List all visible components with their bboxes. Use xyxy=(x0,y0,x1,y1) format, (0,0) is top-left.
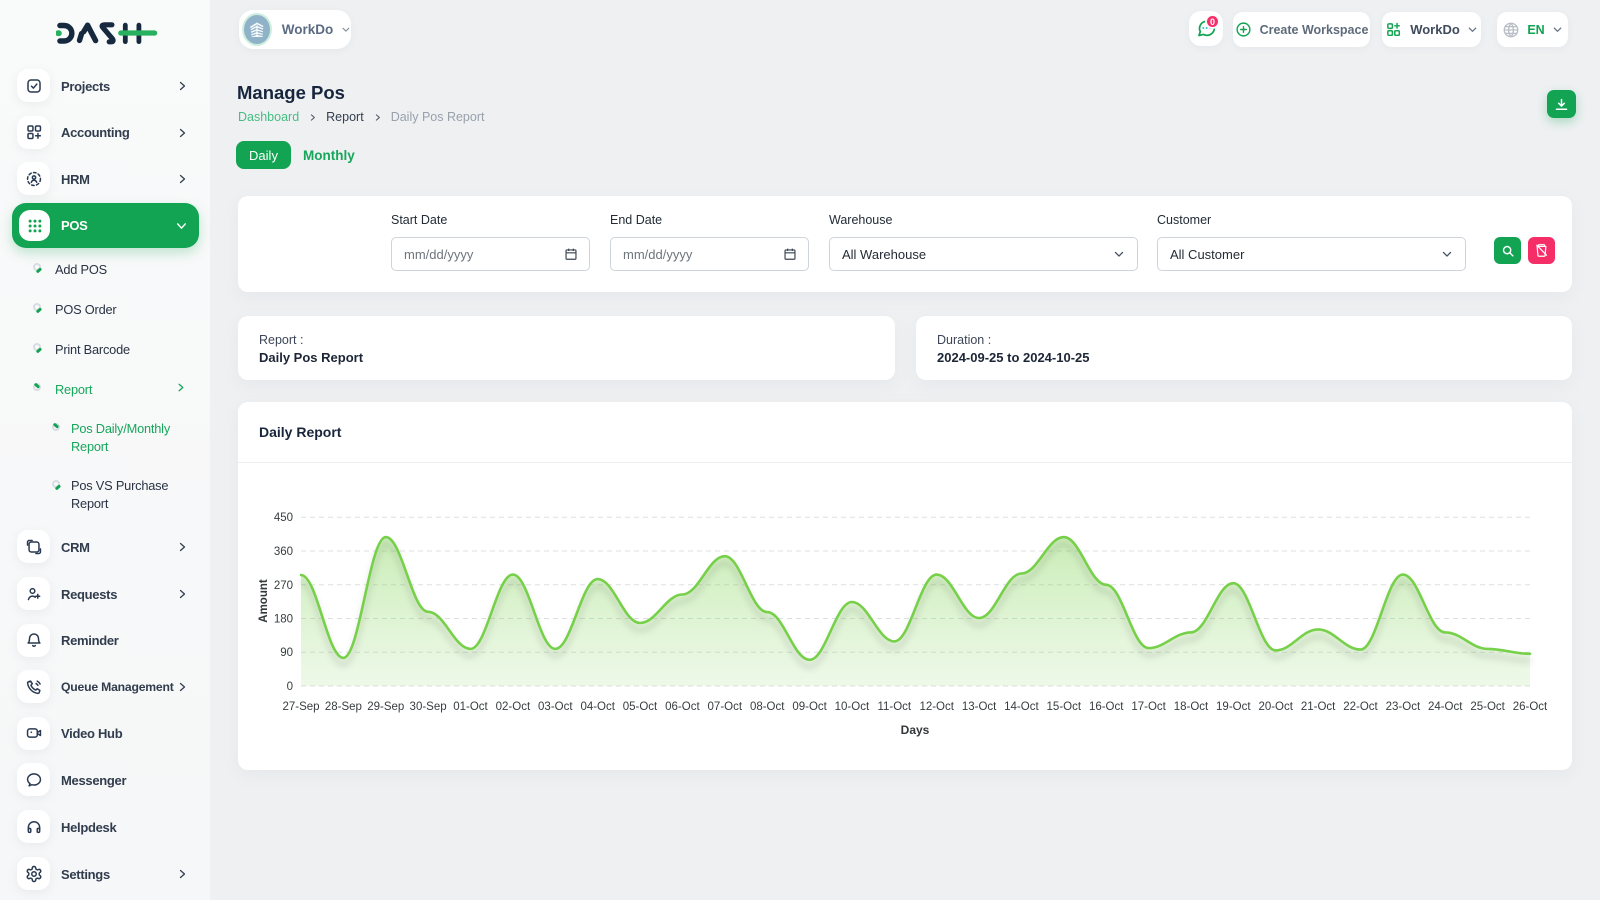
svg-text:360: 360 xyxy=(274,546,293,558)
svg-text:22-Oct: 22-Oct xyxy=(1343,701,1378,713)
svg-text:26-Oct: 26-Oct xyxy=(1513,701,1548,713)
svg-text:270: 270 xyxy=(274,580,293,592)
svg-text:07-Oct: 07-Oct xyxy=(708,701,743,713)
svg-text:15-Oct: 15-Oct xyxy=(1047,701,1082,713)
svg-text:02-Oct: 02-Oct xyxy=(496,701,531,713)
svg-text:24-Oct: 24-Oct xyxy=(1428,701,1463,713)
svg-text:12-Oct: 12-Oct xyxy=(919,701,954,713)
svg-text:18-Oct: 18-Oct xyxy=(1174,701,1209,713)
svg-text:27-Sep: 27-Sep xyxy=(282,701,319,713)
svg-text:11-Oct: 11-Oct xyxy=(877,701,911,713)
svg-text:05-Oct: 05-Oct xyxy=(623,701,658,713)
svg-text:08-Oct: 08-Oct xyxy=(750,701,785,713)
svg-text:Amount: Amount xyxy=(258,579,270,623)
svg-text:01-Oct: 01-Oct xyxy=(453,701,488,713)
svg-text:450: 450 xyxy=(274,512,293,524)
svg-text:13-Oct: 13-Oct xyxy=(962,701,997,713)
svg-text:06-Oct: 06-Oct xyxy=(665,701,700,713)
svg-text:16-Oct: 16-Oct xyxy=(1089,701,1124,713)
svg-text:03-Oct: 03-Oct xyxy=(538,701,573,713)
svg-text:04-Oct: 04-Oct xyxy=(580,701,615,713)
svg-text:28-Sep: 28-Sep xyxy=(325,701,362,713)
svg-text:30-Sep: 30-Sep xyxy=(410,701,447,713)
svg-text:21-Oct: 21-Oct xyxy=(1301,701,1336,713)
svg-text:20-Oct: 20-Oct xyxy=(1258,701,1293,713)
svg-text:29-Sep: 29-Sep xyxy=(367,701,404,713)
svg-text:17-Oct: 17-Oct xyxy=(1131,701,1166,713)
svg-text:90: 90 xyxy=(280,647,293,659)
svg-text:180: 180 xyxy=(274,614,293,626)
svg-text:10-Oct: 10-Oct xyxy=(835,701,870,713)
svg-text:14-Oct: 14-Oct xyxy=(1004,701,1039,713)
svg-text:Days: Days xyxy=(901,723,930,737)
svg-text:23-Oct: 23-Oct xyxy=(1386,701,1421,713)
svg-text:0: 0 xyxy=(287,681,293,693)
svg-text:09-Oct: 09-Oct xyxy=(792,701,827,713)
svg-text:19-Oct: 19-Oct xyxy=(1216,701,1251,713)
svg-text:25-Oct: 25-Oct xyxy=(1470,701,1505,713)
